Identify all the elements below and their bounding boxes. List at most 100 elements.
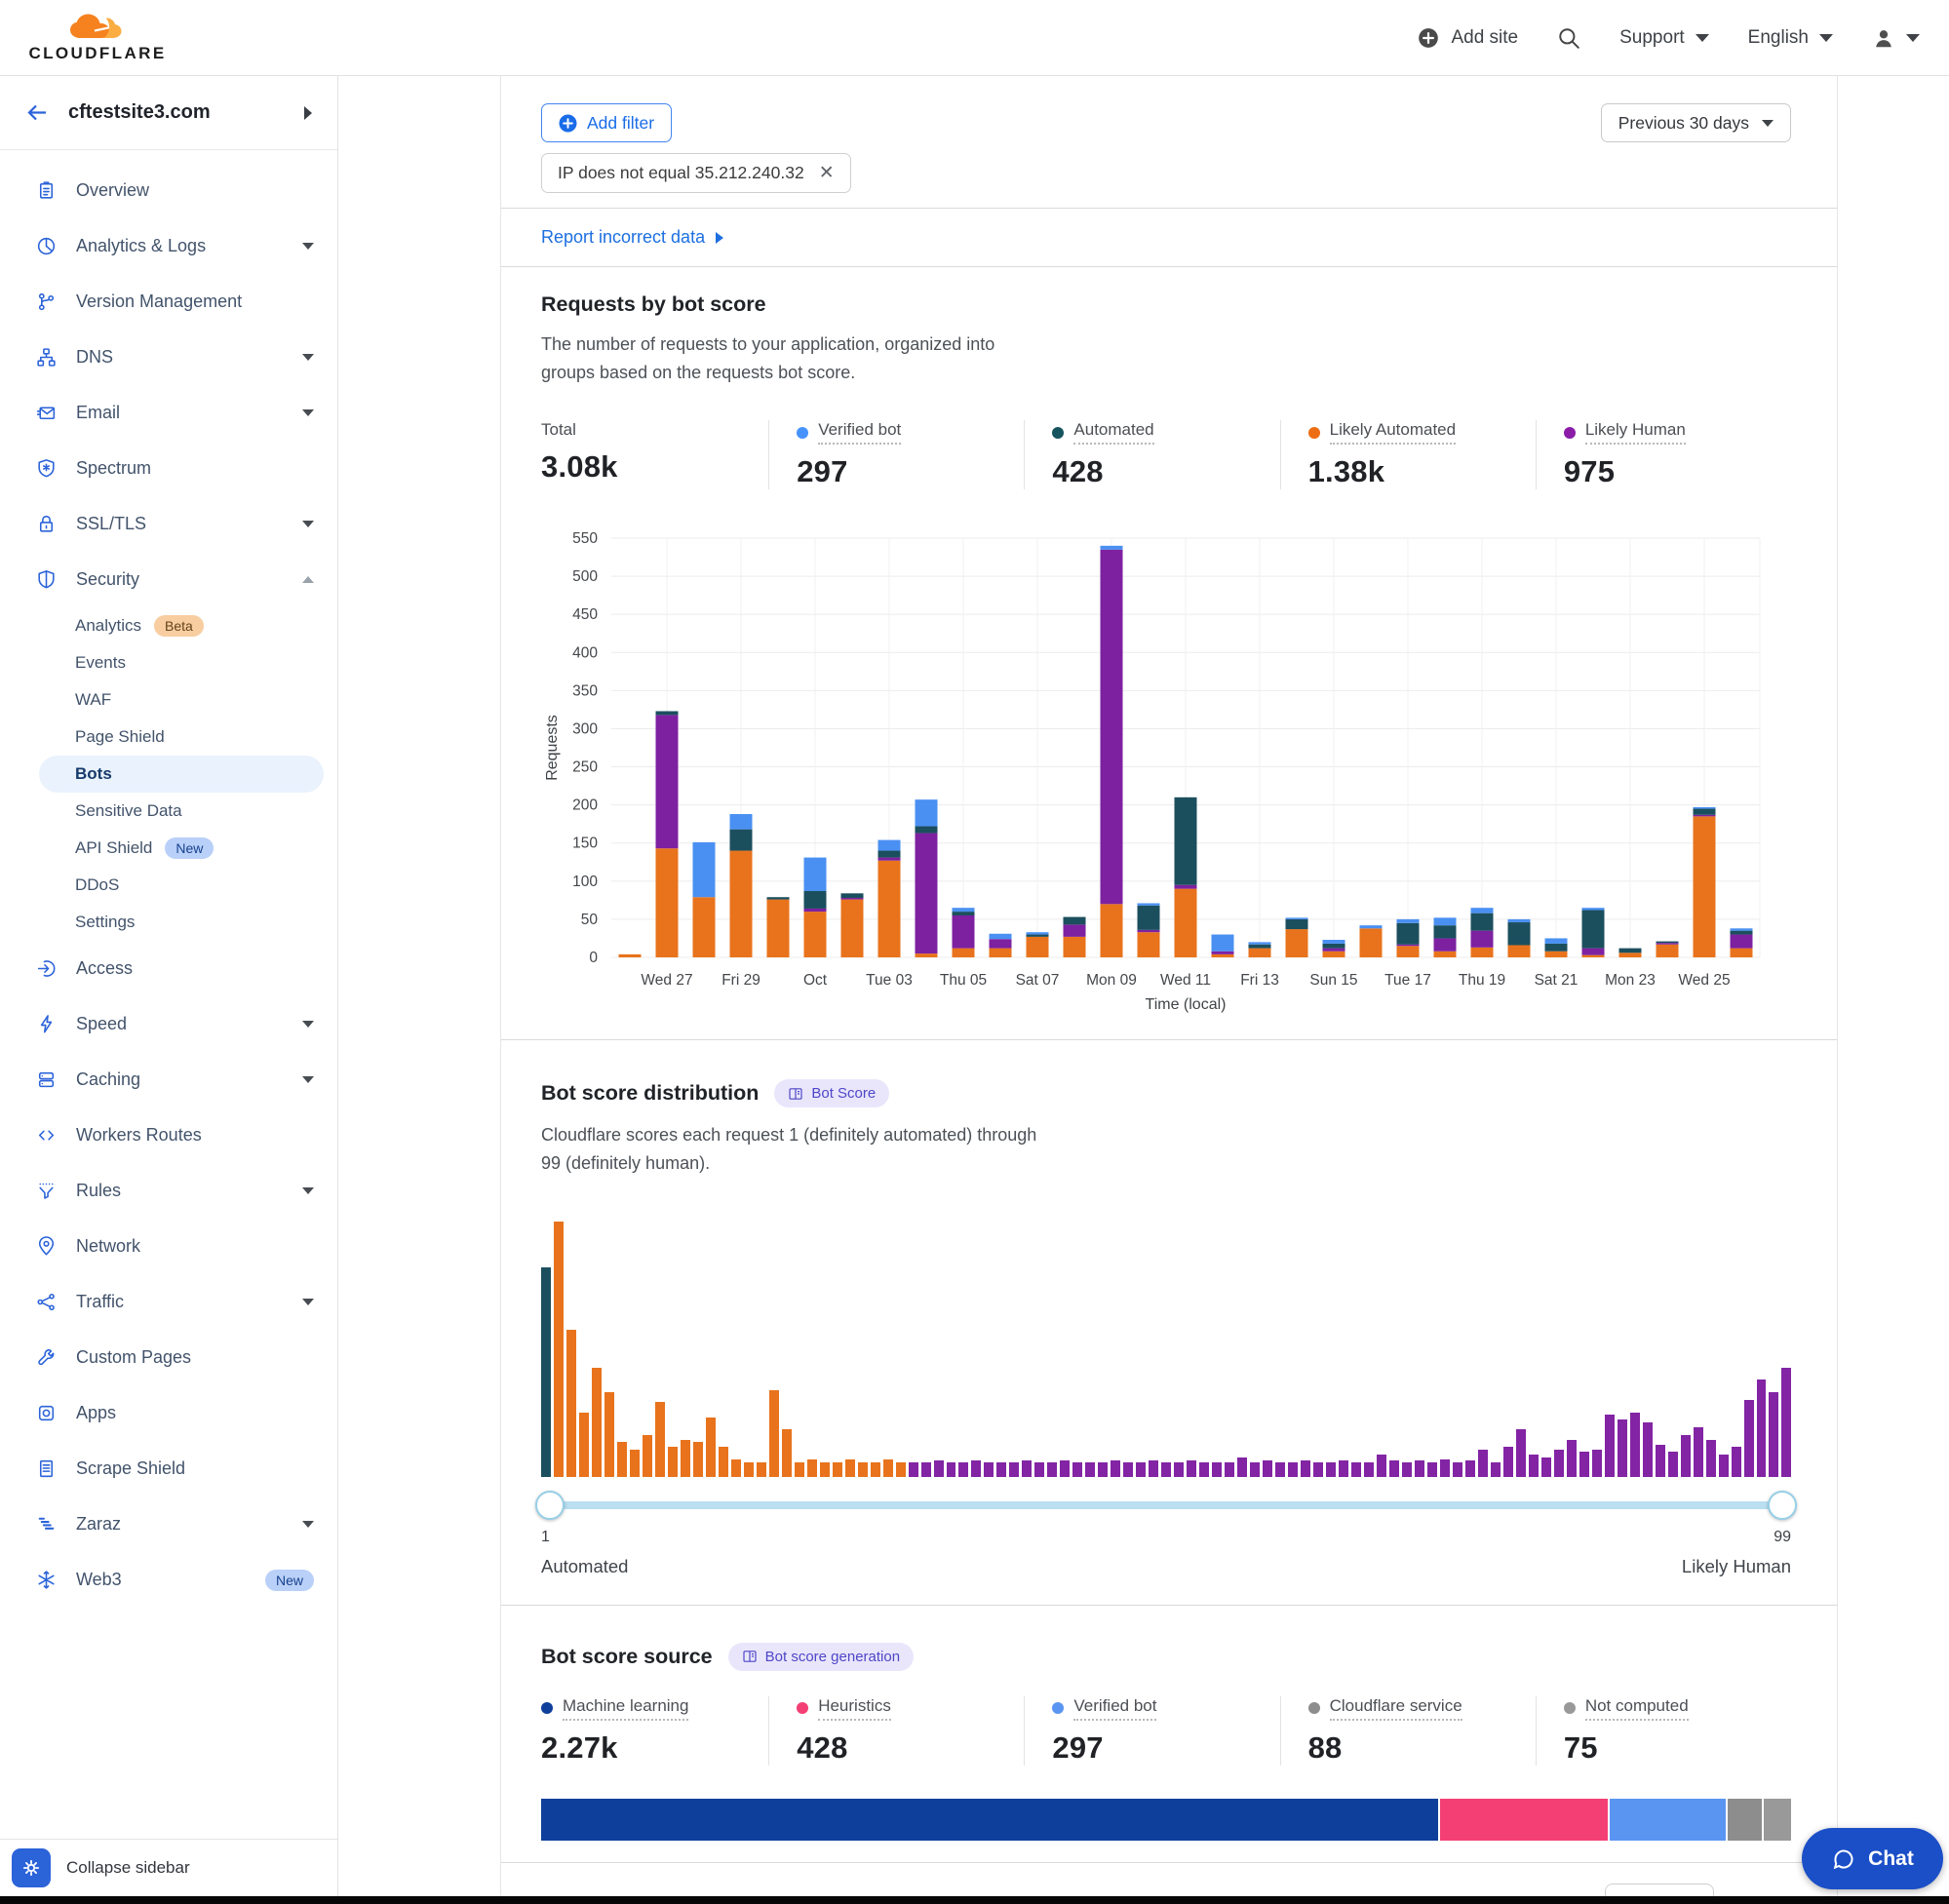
sidebar-item-security[interactable]: Security — [0, 552, 337, 607]
bar-segment-automated — [1434, 925, 1457, 938]
chevron-down-icon — [302, 1299, 314, 1305]
collapse-sidebar-label: Collapse sidebar — [66, 1858, 190, 1878]
language-menu[interactable]: English — [1748, 27, 1833, 49]
sidebar-item-bots[interactable]: Bots — [39, 756, 324, 793]
bar-segment-automated — [1731, 931, 1753, 935]
stat-label: Likely Human — [1564, 420, 1791, 445]
sidebar-subitem-label: WAF — [75, 690, 111, 710]
sidebar-subitem-label: Bots — [75, 764, 112, 784]
bar-segment-likely_human — [1064, 925, 1086, 938]
sidebar-item-access[interactable]: Access — [0, 941, 337, 996]
slider-min-value: 1 — [541, 1529, 628, 1546]
histogram-bar-score-4 — [579, 1413, 589, 1477]
custom-pages-icon — [35, 1346, 58, 1369]
search-icon[interactable] — [1557, 26, 1580, 50]
histogram-bar-score-36 — [984, 1462, 994, 1477]
sidebar-item-custom-pages[interactable]: Custom Pages — [0, 1330, 337, 1385]
bar-segment-likely_automated — [1064, 937, 1086, 957]
stat-label: Machine learning — [541, 1696, 768, 1721]
y-tick-label: 50 — [581, 912, 599, 928]
cloudflare-logo[interactable]: CLOUDFLARE — [29, 12, 166, 63]
filter-chip[interactable]: IP does not equal 35.212.240.32 ✕ — [541, 153, 851, 193]
add-site-button[interactable]: Add site — [1417, 26, 1518, 50]
histogram-bar-score-7 — [617, 1442, 627, 1477]
bar-segment-verified_bot — [916, 799, 938, 826]
stat-label: Not computed — [1564, 1696, 1791, 1721]
sidebar-item-zaraz[interactable]: Zaraz — [0, 1496, 337, 1552]
sidebar-item-traffic[interactable]: Traffic — [0, 1274, 337, 1330]
x-tick-label: Sun 15 — [1309, 972, 1357, 989]
chat-button[interactable]: Chat — [1802, 1828, 1943, 1889]
bar-segment-verified_bot — [1027, 933, 1049, 935]
sidebar-item-api-shield[interactable]: API ShieldNew — [0, 830, 337, 867]
slider-handle-min[interactable] — [535, 1491, 565, 1520]
sidebar-item-web3[interactable]: Web3New — [0, 1552, 337, 1608]
site-selector[interactable]: cftestsite3.com — [0, 76, 337, 150]
bar-segment-likely_human — [1175, 885, 1197, 889]
filter-chip-label: IP does not equal 35.212.240.32 — [558, 163, 804, 183]
sidebar-item-analytics-logs[interactable]: Analytics & Logs — [0, 218, 337, 274]
histogram-bar-score-41 — [1047, 1462, 1057, 1477]
histogram-bar-score-97 — [1757, 1379, 1767, 1477]
bot-score-generation-badge[interactable]: Bot score generation — [728, 1643, 914, 1671]
sidebar-item-scrape-shield[interactable]: Scrape Shield — [0, 1441, 337, 1496]
add-filter-button[interactable]: Add filter — [541, 103, 672, 142]
chevron-down-icon — [302, 1076, 314, 1083]
sidebar-item-ssl-tls[interactable]: SSL/TLS — [0, 496, 337, 552]
bar-segment-verified_bot — [1286, 918, 1308, 920]
sidebar-item-ddos[interactable]: DDoS — [0, 867, 337, 904]
stat-value: 3.08k — [541, 449, 768, 485]
bar-segment-likely_automated — [916, 953, 938, 957]
sidebar-item-label: Custom Pages — [76, 1347, 314, 1368]
histogram-bar-score-23 — [820, 1462, 830, 1477]
slider-track[interactable] — [541, 1501, 1791, 1509]
slider-handle-max[interactable] — [1768, 1491, 1797, 1520]
y-tick-label: 300 — [572, 721, 598, 738]
histogram-bar-score-98 — [1769, 1392, 1778, 1477]
sidebar-item-settings[interactable]: Settings — [0, 904, 337, 941]
sidebar-item-rules[interactable]: Rules — [0, 1163, 337, 1219]
remove-filter-icon[interactable]: ✕ — [819, 164, 835, 182]
sidebar-item-spectrum[interactable]: Spectrum — [0, 441, 337, 496]
date-range-dropdown[interactable]: Previous 30 days — [1601, 103, 1791, 142]
stat-machine-learning: Machine learning2.27k — [541, 1696, 768, 1766]
sidebar-item-label: SSL/TLS — [76, 514, 284, 534]
card-title-text: Bot score distribution — [541, 1081, 759, 1106]
sidebar-item-caching[interactable]: Caching — [0, 1052, 337, 1107]
sidebar-item-analytics[interactable]: AnalyticsBeta — [0, 607, 337, 644]
report-incorrect-data-link[interactable]: Report incorrect data — [541, 227, 723, 248]
histogram-bar-score-74 — [1465, 1460, 1475, 1477]
stat-label: Heuristics — [797, 1696, 1024, 1721]
sidebar-item-email[interactable]: Email — [0, 385, 337, 441]
bar-segment-verified_bot — [1694, 807, 1716, 809]
sidebar-item-waf[interactable]: WAF — [0, 681, 337, 719]
account-menu[interactable] — [1872, 26, 1920, 50]
sidebar-item-overview[interactable]: Overview — [0, 163, 337, 218]
sidebar-item-speed[interactable]: Speed — [0, 996, 337, 1052]
collapse-sidebar[interactable]: Collapse sidebar — [0, 1839, 337, 1895]
legend-dot — [1052, 1702, 1064, 1714]
sidebar-item-dns[interactable]: DNS — [0, 330, 337, 385]
sidebar-item-sensitive-data[interactable]: Sensitive Data — [0, 793, 337, 830]
histogram-bar-score-18 — [757, 1462, 766, 1477]
sidebar-subitem-label: Sensitive Data — [75, 801, 182, 821]
sidebar-item-network[interactable]: Network — [0, 1219, 337, 1274]
sidebar-item-workers-routes[interactable]: Workers Routes — [0, 1107, 337, 1163]
sidebar-item-apps[interactable]: Apps — [0, 1385, 337, 1441]
requests-bar-chart: 050100150200250300350400450500550Wed 27F… — [541, 511, 1793, 1014]
bot-score-badge[interactable]: Bot Score — [774, 1079, 889, 1107]
sidebar-item-page-shield[interactable]: Page Shield — [0, 719, 337, 756]
bar-segment-automated — [804, 891, 827, 909]
legend-dot — [797, 427, 808, 439]
settings-gear-button[interactable] — [12, 1848, 51, 1887]
sidebar-item-version-management[interactable]: Version Management — [0, 274, 337, 330]
support-menu[interactable]: Support — [1619, 27, 1709, 49]
chevron-up-icon — [302, 576, 314, 583]
network-icon — [35, 1235, 58, 1258]
back-arrow-icon[interactable] — [25, 100, 50, 125]
badge-new: New — [165, 837, 214, 859]
stat-name: Machine learning — [563, 1696, 688, 1721]
sidebar-item-events[interactable]: Events — [0, 644, 337, 681]
histogram-bar-score-24 — [833, 1462, 842, 1477]
stat-label: Cloudflare service — [1308, 1696, 1536, 1721]
